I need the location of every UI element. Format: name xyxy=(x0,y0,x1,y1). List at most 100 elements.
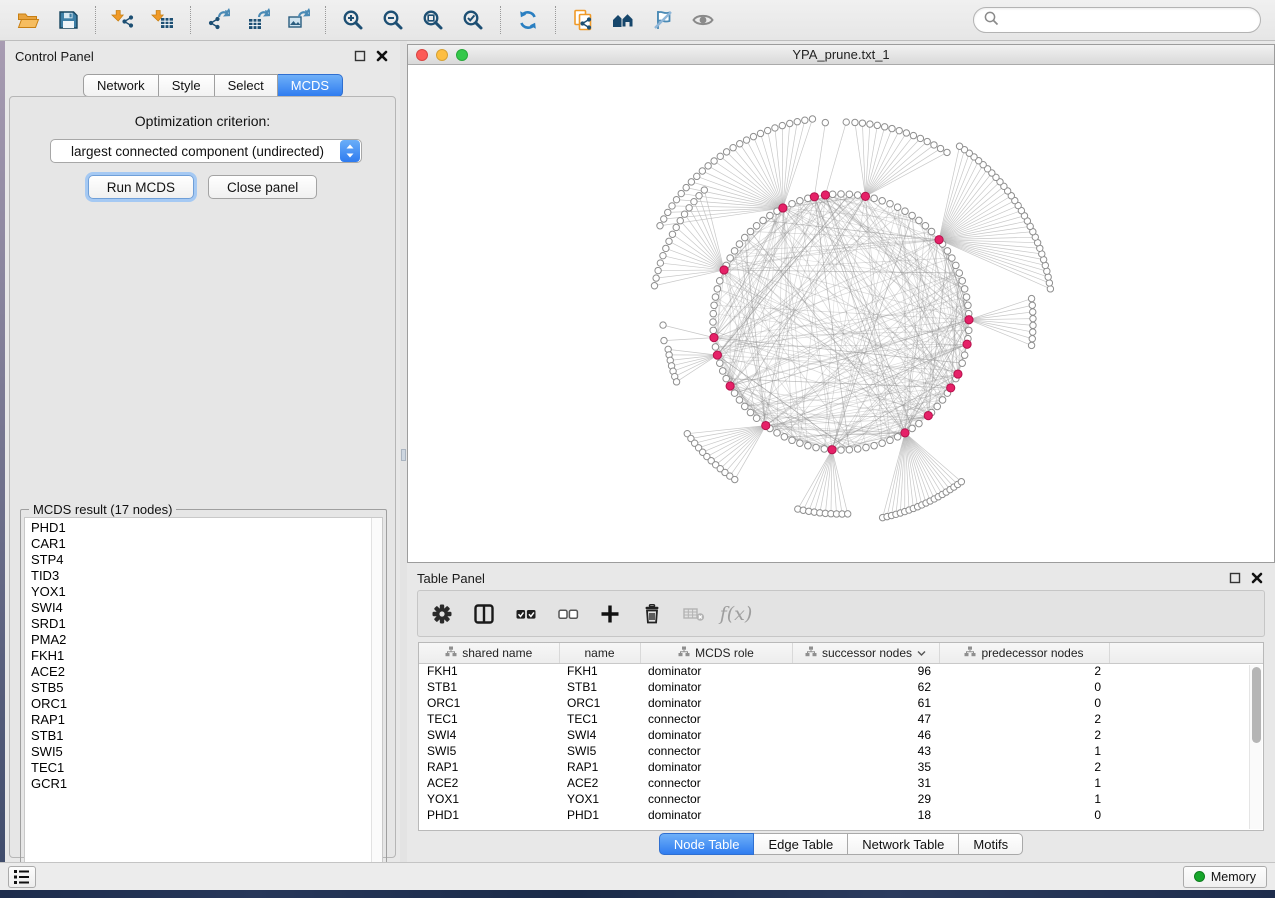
mcds-node-item[interactable]: TEC1 xyxy=(31,760,382,776)
tab-style[interactable]: Style xyxy=(159,74,215,97)
zoom-out-icon[interactable] xyxy=(373,3,413,37)
table-cell[interactable]: 18 xyxy=(792,807,939,823)
table-row[interactable]: TEC1TEC1connector472 xyxy=(419,711,1263,727)
table-cell[interactable]: 61 xyxy=(792,695,939,711)
table-cell[interactable]: STB1 xyxy=(419,679,559,695)
mcds-node-item[interactable]: RAP1 xyxy=(31,712,382,728)
memory-button[interactable]: Memory xyxy=(1183,866,1267,888)
table-cell[interactable]: 0 xyxy=(939,807,1109,823)
mcds-node-item[interactable]: ACE2 xyxy=(31,664,382,680)
mcds-node-item[interactable]: YOX1 xyxy=(31,584,382,600)
table-cell[interactable]: ORC1 xyxy=(419,695,559,711)
tab-network-table[interactable]: Network Table xyxy=(848,833,959,855)
table-cell[interactable]: PHD1 xyxy=(559,807,640,823)
table-cell[interactable]: 43 xyxy=(792,743,939,759)
mcds-node-item[interactable]: TID3 xyxy=(31,568,382,584)
mcds-node-item[interactable]: PMA2 xyxy=(31,632,382,648)
table-row[interactable]: SWI5SWI5connector431 xyxy=(419,743,1263,759)
table-cell[interactable]: 1 xyxy=(939,775,1109,791)
table-cell[interactable]: 29 xyxy=(792,791,939,807)
open-file-icon[interactable] xyxy=(8,3,48,37)
add-column-icon[interactable] xyxy=(596,600,624,628)
table-cell[interactable]: ACE2 xyxy=(559,775,640,791)
select-all-icon[interactable] xyxy=(512,600,540,628)
table-cell[interactable]: RAP1 xyxy=(559,759,640,775)
table-cell[interactable]: 2 xyxy=(939,663,1109,679)
table-cell[interactable]: connector xyxy=(640,791,792,807)
import-network-icon[interactable] xyxy=(103,3,143,37)
search-field[interactable] xyxy=(973,7,1261,33)
table-scrollbar-thumb[interactable] xyxy=(1252,667,1261,743)
clone-network-icon[interactable] xyxy=(563,3,603,37)
column-header-shared-name[interactable]: shared name xyxy=(419,643,559,663)
delete-column-icon[interactable] xyxy=(638,600,666,628)
column-header-successor-nodes[interactable]: successor nodes xyxy=(792,643,939,663)
column-header-MCDS-role[interactable]: MCDS role xyxy=(640,643,792,663)
column-panel-icon[interactable] xyxy=(470,600,498,628)
table-cell[interactable]: dominator xyxy=(640,663,792,679)
mcds-node-item[interactable]: CAR1 xyxy=(31,536,382,552)
close-panel-button[interactable]: Close panel xyxy=(208,175,317,199)
table-cell[interactable]: 96 xyxy=(792,663,939,679)
zoom-fit-icon[interactable] xyxy=(413,3,453,37)
panel-splitter[interactable] xyxy=(400,41,407,862)
task-history-button[interactable] xyxy=(8,866,36,888)
table-cell[interactable]: 2 xyxy=(939,711,1109,727)
table-scrollbar[interactable] xyxy=(1249,665,1262,829)
splitter-grip[interactable] xyxy=(401,449,406,461)
table-cell[interactable]: FKH1 xyxy=(559,663,640,679)
table-cell[interactable]: RAP1 xyxy=(419,759,559,775)
table-settings-icon[interactable] xyxy=(428,600,456,628)
table-cell[interactable]: SWI5 xyxy=(419,743,559,759)
mcds-node-item[interactable]: STP4 xyxy=(31,552,382,568)
network-canvas[interactable] xyxy=(408,65,1274,562)
tab-mcds[interactable]: MCDS xyxy=(278,74,343,97)
table-cell[interactable]: SWI4 xyxy=(559,727,640,743)
table-cell[interactable]: 2 xyxy=(939,727,1109,743)
table-cell[interactable]: dominator xyxy=(640,727,792,743)
hide-selected-icon[interactable] xyxy=(643,3,683,37)
table-row[interactable]: STB1STB1dominator620 xyxy=(419,679,1263,695)
export-table-icon[interactable] xyxy=(238,3,278,37)
table-cell[interactable]: ACE2 xyxy=(419,775,559,791)
table-row[interactable]: ACE2ACE2connector311 xyxy=(419,775,1263,791)
export-image-icon[interactable] xyxy=(278,3,318,37)
mcds-node-item[interactable]: FKH1 xyxy=(31,648,382,664)
column-header-name[interactable]: name xyxy=(559,643,640,663)
table-cell[interactable]: dominator xyxy=(640,807,792,823)
table-cell[interactable]: 1 xyxy=(939,791,1109,807)
table-cell[interactable]: dominator xyxy=(640,695,792,711)
table-cell[interactable]: YOX1 xyxy=(419,791,559,807)
close-panel-icon[interactable] xyxy=(1249,570,1265,586)
table-cell[interactable]: connector xyxy=(640,775,792,791)
mcds-node-item[interactable]: GCR1 xyxy=(31,776,382,792)
table-cell[interactable]: 0 xyxy=(939,695,1109,711)
search-input[interactable] xyxy=(1000,12,1252,29)
run-mcds-button[interactable]: Run MCDS xyxy=(88,175,194,199)
close-panel-icon[interactable] xyxy=(374,48,390,64)
table-cell[interactable]: 46 xyxy=(792,727,939,743)
table-cell[interactable]: ORC1 xyxy=(559,695,640,711)
table-cell[interactable]: TEC1 xyxy=(559,711,640,727)
table-cell[interactable]: 2 xyxy=(939,759,1109,775)
network-window-titlebar[interactable]: YPA_prune.txt_1 xyxy=(408,45,1274,65)
tab-edge-table[interactable]: Edge Table xyxy=(754,833,848,855)
mcds-node-item[interactable]: STB5 xyxy=(31,680,382,696)
zoom-selected-icon[interactable] xyxy=(453,3,493,37)
table-row[interactable]: YOX1YOX1connector291 xyxy=(419,791,1263,807)
table-cell[interactable]: connector xyxy=(640,743,792,759)
table-cell[interactable]: SWI5 xyxy=(559,743,640,759)
tab-motifs[interactable]: Motifs xyxy=(959,833,1023,855)
tab-select[interactable]: Select xyxy=(215,74,278,97)
mcds-node-item[interactable]: SRD1 xyxy=(31,616,382,632)
table-cell[interactable]: 62 xyxy=(792,679,939,695)
zoom-in-icon[interactable] xyxy=(333,3,373,37)
mcds-node-item[interactable]: ORC1 xyxy=(31,696,382,712)
table-cell[interactable]: TEC1 xyxy=(419,711,559,727)
table-cell[interactable]: dominator xyxy=(640,759,792,775)
mcds-list-scrollbar[interactable] xyxy=(371,518,382,876)
table-cell[interactable]: FKH1 xyxy=(419,663,559,679)
deselect-all-icon[interactable] xyxy=(554,600,582,628)
column-header-predecessor-nodes[interactable]: predecessor nodes xyxy=(939,643,1109,663)
mcds-node-item[interactable]: SWI5 xyxy=(31,744,382,760)
